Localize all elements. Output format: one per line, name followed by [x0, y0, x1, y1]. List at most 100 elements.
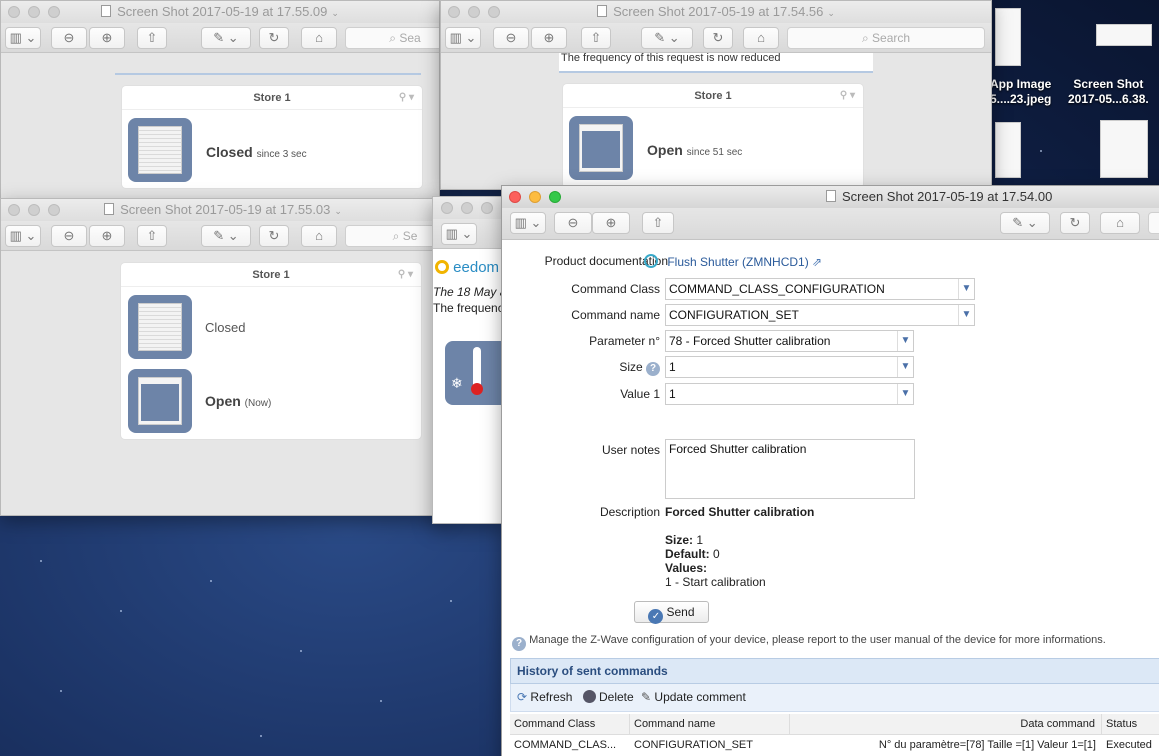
- card-tools-icon[interactable]: ⚲ ▾: [398, 263, 413, 287]
- window-titlebar[interactable]: Screen Shot 2017-05-19 at 17.55.09 ⌄: [1, 1, 439, 23]
- share-button[interactable]: ⇧: [581, 27, 611, 49]
- device-card[interactable]: Store 1 ⚲ ▾ Open since 51 sec: [563, 84, 863, 188]
- preview-window[interactable]: ▥ ⌄ eedom The 18 May a The frequenc ❄: [432, 196, 506, 524]
- zoom-icon[interactable]: [549, 191, 561, 203]
- value1-select[interactable]: 1 ▼: [665, 383, 914, 405]
- search-input[interactable]: ⌕ Sea: [345, 27, 439, 49]
- markup-button[interactable]: ✎ ⌄: [201, 225, 251, 247]
- column-header[interactable]: Status: [1102, 714, 1159, 735]
- chevron-down-icon[interactable]: ⌄: [334, 206, 342, 216]
- window-titlebar[interactable]: Screen Shot 2017-05-19 at 17.55.03 ⌄: [1, 199, 445, 221]
- rotate-button[interactable]: ↻: [259, 225, 289, 247]
- close-icon[interactable]: [8, 6, 20, 18]
- minimize-icon[interactable]: [461, 202, 473, 214]
- share-button[interactable]: ⇧: [137, 225, 167, 247]
- command-name-select[interactable]: CONFIGURATION_SET ▼: [665, 304, 975, 326]
- preview-window[interactable]: Screen Shot 2017-05-19 at 17.55.03 ⌄ ▥ ⌄ …: [0, 198, 446, 516]
- chevron-down-icon[interactable]: ▼: [897, 331, 913, 351]
- chevron-down-icon[interactable]: ▼: [958, 279, 974, 299]
- table-row[interactable]: COMMAND_CLAS... CONFIGURATION_SET N° du …: [510, 735, 1159, 756]
- zoom-in-button[interactable]: ⊕: [89, 225, 125, 247]
- close-icon[interactable]: [448, 6, 460, 18]
- toolbox-button[interactable]: ⌂: [743, 27, 779, 49]
- toolbox-button[interactable]: ⌂: [301, 225, 337, 247]
- toolbox-button[interactable]: ⌂: [1100, 212, 1140, 234]
- card-tools-icon[interactable]: ⚲ ▾: [840, 84, 855, 108]
- card-tools-icon[interactable]: ⚲ ▾: [399, 86, 414, 110]
- desktop-file-thumbnail[interactable]: [1096, 24, 1152, 46]
- toolbox-button[interactable]: ⌂: [301, 27, 337, 49]
- sidebar-toggle-button[interactable]: ▥ ⌄: [5, 27, 41, 49]
- command-class-select[interactable]: COMMAND_CLASS_CONFIGURATION ▼: [665, 278, 975, 300]
- zoom-icon[interactable]: [48, 6, 60, 18]
- user-notes-textarea[interactable]: Forced Shutter calibration: [665, 439, 915, 499]
- preview-window[interactable]: Screen Shot 2017-05-19 at 17.55.09 ⌄ ▥ ⌄ …: [0, 0, 440, 200]
- close-icon[interactable]: [441, 202, 453, 214]
- chevron-down-icon[interactable]: ▼: [897, 357, 913, 377]
- sidebar-toggle-button[interactable]: ▥ ⌄: [5, 225, 41, 247]
- minimize-icon[interactable]: [28, 6, 40, 18]
- zoom-icon[interactable]: [488, 6, 500, 18]
- sidebar-toggle-button[interactable]: ▥ ⌄: [510, 212, 546, 234]
- column-header[interactable]: Data command: [790, 714, 1102, 735]
- zoom-in-button[interactable]: ⊕: [89, 27, 125, 49]
- chevron-down-icon[interactable]: ▼: [897, 384, 913, 404]
- rotate-button[interactable]: ↻: [703, 27, 733, 49]
- product-link[interactable]: Flush Shutter (ZMNHCD1): [667, 255, 808, 269]
- close-icon[interactable]: [8, 204, 20, 216]
- chevron-down-icon[interactable]: ⌄: [827, 8, 835, 18]
- zoom-out-button[interactable]: ⊖: [493, 27, 529, 49]
- column-header[interactable]: Command Class: [510, 714, 630, 735]
- markup-button[interactable]: ✎ ⌄: [201, 27, 251, 49]
- desktop-file-label[interactable]: Screen Shot 2017-05...6.38.: [1068, 77, 1149, 107]
- share-button[interactable]: ⇧: [137, 27, 167, 49]
- minimize-icon[interactable]: [468, 6, 480, 18]
- search-input[interactable]: [1148, 212, 1159, 234]
- desktop-file-label[interactable]: App Image 5....23.jpeg: [990, 77, 1051, 107]
- shutter-icon[interactable]: [569, 116, 633, 180]
- minimize-icon[interactable]: [529, 191, 541, 203]
- close-icon[interactable]: [509, 191, 521, 203]
- device-card[interactable]: Store 1 ⚲ ▾ Closed since 3 sec: [122, 86, 422, 188]
- window-titlebar[interactable]: [433, 197, 505, 219]
- external-link-icon[interactable]: ⇗: [812, 255, 822, 269]
- zoom-out-button[interactable]: ⊖: [51, 27, 87, 49]
- window-titlebar[interactable]: Screen Shot 2017-05-19 at 17.54.56 ⌄: [441, 1, 991, 23]
- zoom-in-button[interactable]: ⊕: [592, 212, 630, 234]
- zoom-in-button[interactable]: ⊕: [531, 27, 567, 49]
- window-titlebar[interactable]: Screen Shot 2017-05-19 at 17.54.00: [502, 186, 1159, 208]
- desktop-file-thumbnail[interactable]: [1100, 120, 1148, 178]
- send-button[interactable]: ✓ Send: [634, 601, 709, 624]
- parameter-select[interactable]: 78 - Forced Shutter calibration ▼: [665, 330, 914, 352]
- chevron-down-icon[interactable]: ⌄: [331, 8, 339, 18]
- delete-button[interactable]: Delete: [583, 684, 634, 710]
- main-window[interactable]: Screen Shot 2017-05-19 at 17.54.00 ▥ ⌄ ⊖…: [501, 185, 1159, 756]
- size-select[interactable]: 1 ▼: [665, 356, 914, 378]
- rotate-button[interactable]: ↻: [1060, 212, 1090, 234]
- shutter-icon[interactable]: [128, 295, 192, 359]
- zoom-icon[interactable]: [48, 204, 60, 216]
- desktop-file-thumbnail[interactable]: [995, 122, 1021, 178]
- help-icon[interactable]: ?: [646, 362, 660, 376]
- update-comment-button[interactable]: ✎ Update comment: [641, 684, 746, 710]
- column-header[interactable]: Command name: [630, 714, 790, 735]
- preview-window[interactable]: Screen Shot 2017-05-19 at 17.54.56 ⌄ ▥ ⌄ …: [440, 0, 992, 190]
- chevron-down-icon[interactable]: ▼: [958, 305, 974, 325]
- markup-button[interactable]: ✎ ⌄: [641, 27, 693, 49]
- shutter-icon[interactable]: [128, 118, 192, 182]
- desktop-file-thumbnail[interactable]: [995, 8, 1021, 66]
- zoom-out-button[interactable]: ⊖: [51, 225, 87, 247]
- share-button[interactable]: ⇧: [642, 212, 674, 234]
- sidebar-toggle-button[interactable]: ▥ ⌄: [441, 223, 477, 245]
- minimize-icon[interactable]: [28, 204, 40, 216]
- product-doc-link[interactable]: Flush Shutter (ZMNHCD1) ⇗: [644, 254, 822, 269]
- shutter-icon[interactable]: [128, 369, 192, 433]
- zoom-out-button[interactable]: ⊖: [554, 212, 592, 234]
- thermostat-icon[interactable]: ❄: [445, 341, 505, 405]
- zoom-icon[interactable]: [481, 202, 493, 214]
- search-input[interactable]: ⌕ Search: [787, 27, 985, 49]
- device-card[interactable]: Store 1 ⚲ ▾ Closed Open (Now): [121, 263, 421, 439]
- rotate-button[interactable]: ↻: [259, 27, 289, 49]
- refresh-button[interactable]: ⟳ Refresh: [517, 684, 572, 710]
- markup-button[interactable]: ✎ ⌄: [1000, 212, 1050, 234]
